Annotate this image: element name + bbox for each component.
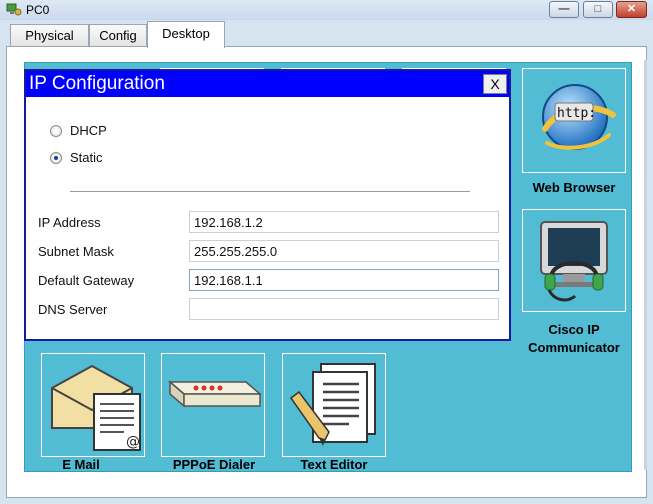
modem-icon [167, 380, 262, 408]
pppoe-dialer-label: PPPoE Dialer [172, 457, 256, 472]
cisco-ip-communicator-label-line2: Communicator [528, 340, 620, 355]
text-editor-label: Text Editor [300, 457, 368, 472]
window-title: PC0 [26, 3, 50, 17]
monitor-headset-icon [540, 221, 608, 302]
text-editor-tile[interactable] [282, 353, 386, 457]
dialog-header: IP Configuration X [26, 71, 509, 97]
svg-text:@: @ [126, 434, 140, 450]
tab-desktop[interactable]: Desktop [147, 21, 225, 48]
ip-address-label: IP Address [38, 215, 101, 230]
pppoe-dialer-tile[interactable] [161, 353, 265, 457]
cisco-ip-communicator-tile[interactable] [522, 209, 626, 312]
dhcp-radio[interactable] [50, 125, 62, 137]
dhcp-label: DHCP [70, 123, 107, 138]
close-window-button[interactable]: ✕ [616, 1, 647, 18]
dialog-close-button[interactable]: X [483, 74, 507, 94]
ip-address-field[interactable]: 192.168.1.2 [189, 211, 499, 233]
close-icon: ✕ [626, 3, 637, 15]
subnet-mask-label: Subnet Mask [38, 244, 114, 259]
minimize-icon: — [558, 3, 570, 15]
dns-server-label: DNS Server [38, 302, 108, 317]
static-label: Static [70, 150, 103, 165]
default-gateway-field[interactable]: 192.168.1.1 [189, 269, 499, 291]
web-browser-tile[interactable]: http: [522, 68, 626, 173]
document-pencil-icon [289, 363, 376, 446]
default-gateway-label: Default Gateway [38, 273, 135, 288]
tab-bar: Physical Config Desktop [6, 20, 648, 48]
email-label: E Mail [62, 457, 100, 472]
email-envelope-icon: @ [51, 364, 141, 451]
pc-app-icon [6, 3, 22, 16]
web-browser-label: Web Browser [532, 180, 616, 195]
maximize-icon: □ [594, 3, 602, 15]
subnet-mask-field[interactable]: 255.255.255.0 [189, 240, 499, 262]
tab-config[interactable]: Config [89, 24, 147, 46]
maximize-button[interactable]: □ [583, 1, 613, 18]
ip-configuration-dialog: IP Configuration X DHCP Static IP Addres… [24, 69, 511, 341]
cisco-ip-communicator-label: Cisco IP Communicator [509, 321, 639, 357]
dialog-title: IP Configuration [29, 73, 165, 94]
http-badge: http: [557, 106, 597, 121]
static-radio[interactable] [50, 152, 62, 164]
window-title-bar: PC0 — □ ✕ [0, 0, 653, 20]
tab-physical[interactable]: Physical [10, 24, 89, 46]
dns-server-field[interactable] [189, 298, 499, 320]
section-divider [70, 191, 470, 192]
scrollbar[interactable] [644, 60, 647, 470]
cisco-ip-communicator-label-line1: Cisco IP [548, 322, 600, 337]
email-tile[interactable]: @ [41, 353, 145, 457]
minimize-button[interactable]: — [549, 1, 579, 18]
